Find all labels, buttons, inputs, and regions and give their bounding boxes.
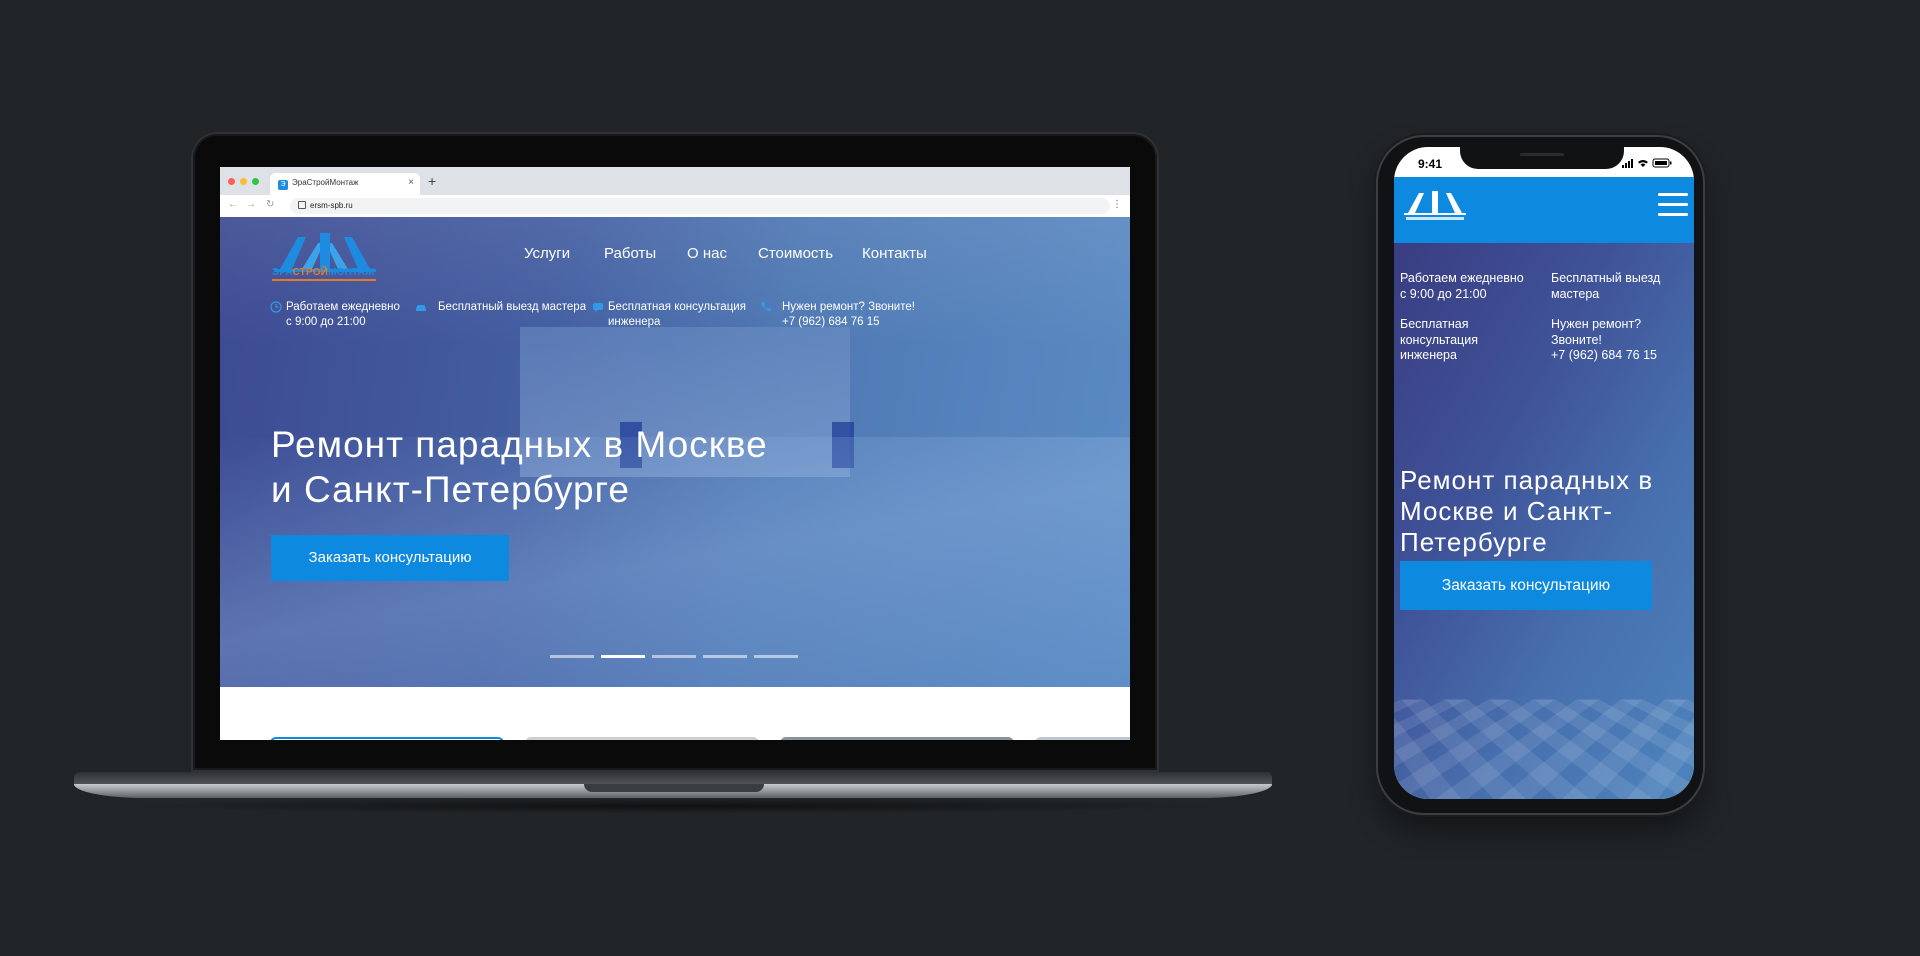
slider-dot-1[interactable] [550, 655, 594, 658]
logo-part-era: ЭРА [272, 267, 293, 278]
car-icon [416, 305, 426, 311]
mobile-info-visit-line1: Бесплатный выезд [1551, 271, 1661, 285]
mobile-info-call-line2: Звоните! [1551, 332, 1602, 347]
phone-speaker [1520, 153, 1564, 156]
address-bar[interactable]: ersm-spb.ru [290, 198, 1110, 214]
service-card-3[interactable] [780, 737, 1014, 740]
mobile-info-phone-number[interactable]: +7 (962) 684 76 15 [1551, 348, 1657, 364]
mobile-info-call: Нужен ремонт? Звоните! +7 (962) 684 76 1… [1551, 317, 1657, 364]
mobile-header [1394, 177, 1694, 243]
slider-dot-2[interactable] [601, 655, 645, 658]
mobile-info-call-line1: Нужен ремонт? [1551, 317, 1642, 331]
laptop-notch [584, 784, 764, 792]
browser-tab-strip: Э ЭраСтройМонтаж × + [220, 167, 1130, 195]
hero-title: Ремонт парадных в Москве и Санкт-Петербу… [271, 422, 871, 512]
service-card-2[interactable] [525, 737, 759, 740]
mobile-info-hours: Работаем ежедневно с 9:00 до 21:00 [1400, 271, 1524, 302]
hero-title-line2: и Санкт-Петербурге [271, 469, 630, 510]
forward-icon[interactable]: → [246, 199, 256, 210]
status-time: 9:41 [1418, 157, 1443, 171]
mobile-hero-title-line3: Петербурге [1400, 527, 1548, 557]
mobile-hero-floor [1394, 699, 1694, 799]
nav-item-contacts[interactable]: Контакты [862, 245, 927, 262]
mobile-info-consult-line3: инженера [1400, 348, 1457, 362]
mobile-info-consult-line2: консультация [1400, 332, 1478, 347]
services-strip [220, 687, 1130, 740]
nav-item-services[interactable]: Услуги [524, 245, 570, 262]
mobile-hero-title-line1: Ремонт парадных в [1400, 465, 1654, 495]
browser-tab[interactable]: Э ЭраСтройМонтаж × [270, 173, 420, 195]
mobile-logo-icon[interactable] [1402, 189, 1468, 223]
info-hours-line1: Работаем ежедневно [286, 301, 400, 313]
phone-icon [761, 302, 771, 312]
hero-section: ЭРАСТРОЙМОНТАЖ Услуги Работы О нас Стоим… [220, 217, 1130, 687]
info-consult-line2: инженера [608, 316, 661, 328]
mobile-info-consult: Бесплатная консультация инженера [1400, 317, 1478, 364]
phone-notch [1460, 147, 1624, 169]
nav-item-about[interactable]: О нас [687, 245, 727, 262]
status-icons [1622, 158, 1672, 168]
laptop-shadow [120, 798, 1230, 814]
browser-menu-icon[interactable]: ⋮ [1112, 199, 1122, 210]
logo-underline [272, 279, 376, 281]
favicon-icon: Э [278, 180, 288, 190]
reload-icon[interactable]: ↻ [266, 199, 274, 210]
logo-part-stroy: СТРОЙ [292, 267, 329, 278]
close-window-button[interactable] [228, 178, 235, 185]
nav-item-pricing[interactable]: Стоимость [758, 245, 833, 262]
mobile-consultation-button[interactable]: Заказать консультацию [1400, 561, 1652, 610]
mobile-info-hours-line1: Работаем ежедневно [1400, 271, 1524, 285]
info-phone-number[interactable]: +7 (962) 684 76 15 [782, 315, 915, 330]
address-bar-row: ← → ↻ ersm-spb.ru ⋮ [220, 195, 1130, 218]
info-call: Нужен ремонт? Звоните! +7 (962) 684 76 1… [782, 300, 915, 330]
service-card-4[interactable] [1035, 737, 1130, 740]
slider-dot-3[interactable] [652, 655, 696, 658]
mobile-hero-title-line2: Москве и Санкт- [1400, 496, 1613, 526]
new-tab-button[interactable]: + [428, 173, 436, 189]
logo-part-montazh: МОНТАЖ [328, 267, 375, 278]
info-hours-line2: с 9:00 до 21:00 [286, 316, 366, 328]
back-icon[interactable]: ← [228, 199, 238, 210]
clock-icon [270, 301, 282, 313]
chat-icon [593, 303, 603, 312]
slider-dot-5[interactable] [754, 655, 798, 658]
laptop-screen: Э ЭраСтройМонтаж × + ← → ↻ ersm-spb.ru ⋮ [220, 167, 1130, 740]
slider-dot-4[interactable] [703, 655, 747, 658]
nav-item-works[interactable]: Работы [604, 245, 656, 262]
service-card-1[interactable] [270, 737, 504, 740]
logo-wordmark: ЭРАСТРОЙМОНТАЖ [272, 267, 374, 278]
tab-close-icon[interactable]: × [408, 177, 414, 188]
mobile-info-visit: Бесплатный выезд мастера [1551, 271, 1660, 302]
mobile-info-consult-line1: Бесплатная [1400, 317, 1469, 331]
info-consult: Бесплатная консультация инженера [608, 300, 746, 330]
mobile-hero: Работаем ежедневно с 9:00 до 21:00 Беспл… [1394, 243, 1694, 799]
phone-screen: 9:41 Работаем ежедневно с 9:00 до 21:00 … [1394, 147, 1694, 799]
lock-icon [298, 201, 306, 209]
consultation-button[interactable]: Заказать консультацию [271, 535, 509, 581]
mobile-info-visit-line2: мастера [1551, 286, 1600, 301]
minimize-window-button[interactable] [240, 178, 247, 185]
info-call-line1: Нужен ремонт? Звоните! [782, 301, 915, 313]
mobile-hero-title: Ремонт парадных в Москве и Санкт- Петерб… [1400, 465, 1690, 558]
info-consult-line1: Бесплатная консультация [608, 301, 746, 313]
info-hours: Работаем ежедневно с 9:00 до 21:00 [286, 300, 400, 330]
mobile-info-hours-line2: с 9:00 до 21:00 [1400, 286, 1487, 301]
info-visit-line: Бесплатный выезд мастера [438, 301, 587, 313]
maximize-window-button[interactable] [252, 178, 259, 185]
tab-title: ЭраСтройМонтаж [292, 178, 359, 187]
hamburger-menu-icon[interactable] [1658, 193, 1688, 217]
info-visit: Бесплатный выезд мастера [438, 300, 586, 315]
hero-title-line1: Ремонт парадных в Москве [271, 424, 768, 465]
url-text: ersm-spb.ru [310, 201, 353, 210]
